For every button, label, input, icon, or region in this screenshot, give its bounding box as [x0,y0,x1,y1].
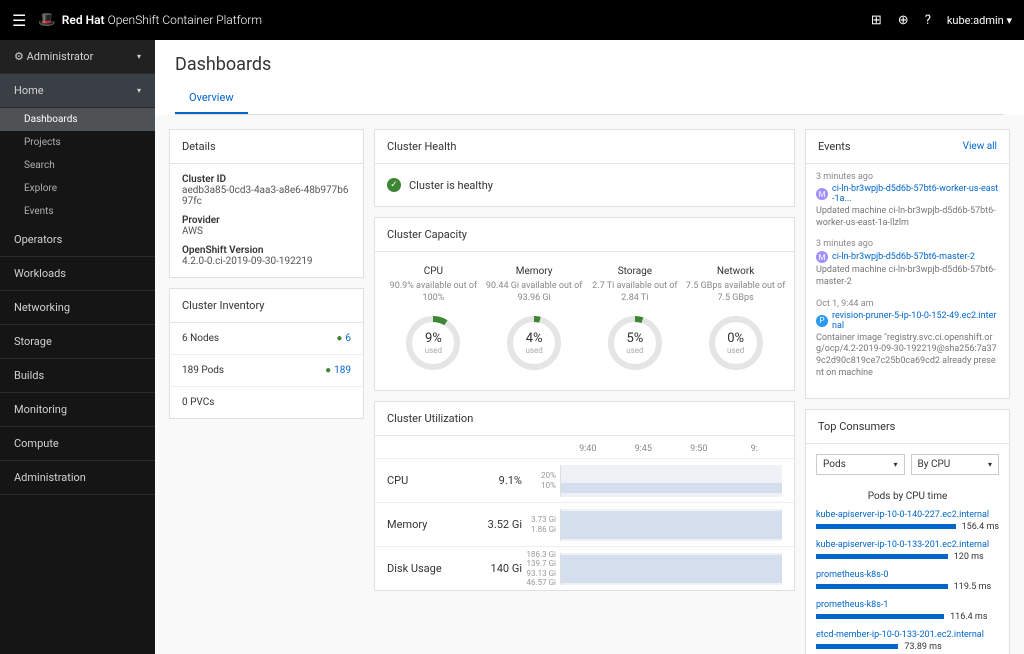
utilization-row-disk-usage: Disk Usage140 Gi186.3 Gi139.7 Gi93.13 Gi… [375,546,794,590]
topbar-right: ⊞ ⊕ ? kube:admin ▾ [871,13,1012,28]
consumers-resource-select[interactable]: Pods▾ [816,454,905,475]
consumer-item[interactable]: etcd-member-ip-10-0-133-201.ec2.internal… [816,630,999,652]
cluster-id-value: aedb3a85-0cd3-4aa3-a8e6-48b977b697fc [182,185,351,207]
consumer-item[interactable]: kube-apiserver-ip-10-0-140-227.ec2.inter… [816,510,999,532]
inventory-row[interactable]: 189 Pods●189 [170,354,363,386]
brand-sub: OpenShift Container Platform [108,13,262,27]
version-label: OpenShift Version [182,245,351,256]
utilization-card: Cluster Utilization 9:409:459:509: CPU9.… [374,401,795,591]
events-card: Events View all 3 minutes ago Mci-ln-br3… [805,129,1010,399]
view-all-link[interactable]: View all [963,141,997,152]
perspective-switcher[interactable]: ⚙ Administrator▾ [0,40,155,74]
sidebar: ⚙ Administrator▾ Home▾ DashboardsProject… [0,40,155,654]
user-menu[interactable]: kube:admin ▾ [947,14,1012,27]
consumer-item[interactable]: prometheus-k8s-1116.4 ms [816,600,999,622]
card-title: Events [818,140,851,153]
capacity-cpu: CPU90.9% available out of 100% 9%used [383,266,484,372]
details-card: Details Cluster ID aedb3a85-0cd3-4aa3-a8… [169,129,364,278]
health-card: Cluster Health ✓ Cluster is healthy [374,129,795,207]
capacity-storage: Storage2.7 Ti available out of 2.84 Ti 5… [585,266,686,372]
event-item: 3 minutes ago Mci-ln-br3wpjb-d5d6b-57bt6… [816,172,999,229]
consumers-card: Top Consumers Pods▾ By CPU▾ Pods by CPU … [805,409,1010,654]
card-title: Details [170,130,363,164]
utilization-row-memory: Memory3.52 Gi3.73 Gi1.86 Gi [375,502,794,546]
event-link[interactable]: Mci-ln-br3wpjb-d5d6b-57bt6-master-2 [816,251,999,263]
card-title: Cluster Health [375,130,794,164]
tabs: Overview [175,83,1004,115]
card-title: Top Consumers [806,410,1009,444]
sidebar-item-projects[interactable]: Projects [0,131,155,154]
event-item: Oct 1, 9:44 am Prevision-pruner-5-ip-10-… [816,299,999,380]
sidebar-section-operators[interactable]: Operators [0,223,155,257]
event-item: 3 minutes ago Mci-ln-br3wpjb-d5d6b-57bt6… [816,239,999,288]
page-header: Dashboards Overview [155,40,1024,115]
event-link[interactable]: Prevision-pruner-5-ip-10-0-152-49.ec2.in… [816,311,999,331]
inventory-row[interactable]: 0 PVCs [170,386,363,418]
sidebar-section-builds[interactable]: Builds [0,359,155,393]
sidebar-item-search[interactable]: Search [0,154,155,177]
inventory-card: Cluster Inventory 6 Nodes●6189 Pods●1890… [169,288,364,419]
brand-logo: 🎩 Red Hat OpenShift Container Platform [38,12,262,28]
sidebar-section-networking[interactable]: Networking [0,291,155,325]
capacity-card: Cluster Capacity CPU90.9% available out … [374,217,795,391]
card-title: Cluster Utilization [375,402,794,436]
sidebar-section-storage[interactable]: Storage [0,325,155,359]
ok-icon: ✓ [387,178,401,192]
inventory-row[interactable]: 6 Nodes●6 [170,323,363,354]
capacity-memory: Memory90.44 Gi available out of 93.96 Gi… [484,266,585,372]
chevron-down-icon: ▾ [137,52,141,61]
version-value: 4.2.0-0.ci-2019-09-30-192219 [182,256,351,267]
card-title: Cluster Inventory [170,289,363,323]
consumers-subtitle: Pods by CPU time [816,491,999,502]
sidebar-item-events[interactable]: Events [0,200,155,223]
sidebar-section-workloads[interactable]: Workloads [0,257,155,291]
provider-label: Provider [182,215,351,226]
consumer-item[interactable]: kube-apiserver-ip-10-0-133-201.ec2.inter… [816,540,999,562]
consumer-item[interactable]: prometheus-k8s-0119.5 ms [816,570,999,592]
chevron-down-icon: ▾ [137,86,141,95]
provider-value: AWS [182,226,351,237]
sidebar-section-administration[interactable]: Administration [0,461,155,495]
sidebar-section-monitoring[interactable]: Monitoring [0,393,155,427]
brand-main: Red Hat [62,13,105,27]
plus-icon[interactable]: ⊕ [898,13,909,28]
card-title: Cluster Capacity [375,218,794,252]
sidebar-section-home[interactable]: Home▾ [0,74,155,108]
help-icon[interactable]: ? [925,13,931,28]
redhat-icon: 🎩 [38,12,55,28]
utilization-row-cpu: CPU9.1%20%10% [375,458,794,502]
sidebar-item-dashboards[interactable]: Dashboards [0,108,155,131]
health-status: Cluster is healthy [409,179,493,192]
sidebar-section-compute[interactable]: Compute [0,427,155,461]
event-link[interactable]: Mci-ln-br3wpjb-d5d6b-57bt6-worker-us-eas… [816,184,999,204]
tab-overview[interactable]: Overview [175,83,248,114]
sidebar-item-explore[interactable]: Explore [0,177,155,200]
capacity-network: Network7.5 GBps available out of 7.5 GBp… [685,266,786,372]
top-bar: ☰ 🎩 Red Hat OpenShift Container Platform… [0,0,1024,40]
page-title: Dashboards [175,54,1004,75]
consumers-metric-select[interactable]: By CPU▾ [911,454,1000,475]
apps-icon[interactable]: ⊞ [871,13,882,28]
cluster-id-label: Cluster ID [182,174,351,185]
menu-toggle-icon[interactable]: ☰ [12,11,26,30]
main-content: Dashboards Overview Details Cluster ID a… [155,40,1024,654]
